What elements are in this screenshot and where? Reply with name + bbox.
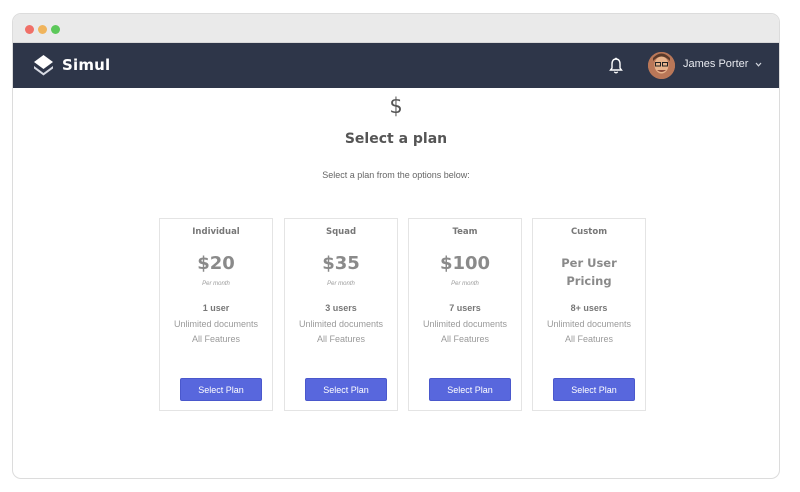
plan-period: Per month xyxy=(327,281,355,287)
user-photo xyxy=(648,52,675,79)
plan-features: All Features xyxy=(191,334,241,344)
plan-name: Individual xyxy=(192,227,240,237)
browser-window: Simul James Porter $ Select a plan Selec… xyxy=(12,13,780,479)
main-content: $ Select a plan Select a plan from the o… xyxy=(13,88,779,478)
dollar-icon: $ xyxy=(389,94,403,118)
maximize-window-button[interactable] xyxy=(51,25,60,34)
plan-name: Custom xyxy=(570,227,608,237)
plan-period: Per month xyxy=(202,281,230,287)
plan-card-individual: Individual $20 Per month 1 user Unlimite… xyxy=(159,218,273,411)
plan-price: $100 xyxy=(439,253,491,274)
plan-documents: Unlimited documents xyxy=(422,319,508,329)
select-plan-button[interactable]: Select Plan xyxy=(305,378,387,401)
plan-card-team: Team $100 Per month 7 users Unlimited do… xyxy=(408,218,522,411)
plan-period: Per month xyxy=(451,281,479,287)
avatar[interactable] xyxy=(648,52,675,79)
brand-logo[interactable]: Simul xyxy=(33,54,110,76)
minimize-window-button[interactable] xyxy=(38,25,47,34)
plan-users: 3 users xyxy=(325,303,357,313)
plan-card-custom: Custom Per User Pricing 8+ users Unlimit… xyxy=(532,218,646,411)
page-subtitle: Select a plan from the options below: xyxy=(322,170,470,180)
page-title: Select a plan xyxy=(344,131,448,147)
bell-icon[interactable] xyxy=(609,57,623,75)
plan-price-line: Pricing xyxy=(566,274,612,288)
select-plan-button[interactable]: Select Plan xyxy=(553,378,635,401)
close-window-button[interactable] xyxy=(25,25,34,34)
plan-price: $35 xyxy=(322,253,360,274)
select-plan-button[interactable]: Select Plan xyxy=(180,378,262,401)
plan-users: 8+ users xyxy=(570,303,608,313)
plan-name: Team xyxy=(452,227,478,237)
plan-documents: Unlimited documents xyxy=(173,319,259,329)
plan-card-squad: Squad $35 Per month 3 users Unlimited do… xyxy=(284,218,398,411)
plan-users: 1 user xyxy=(202,303,230,313)
brand-name: Simul xyxy=(62,56,111,74)
plan-documents: Unlimited documents xyxy=(298,319,384,329)
plan-users: 7 users xyxy=(449,303,481,313)
plan-features: All Features xyxy=(564,334,614,344)
layers-icon xyxy=(34,55,53,76)
select-plan-button[interactable]: Select Plan xyxy=(429,378,511,401)
top-navbar: Simul James Porter xyxy=(13,43,779,88)
chevron-down-icon[interactable] xyxy=(755,61,762,68)
plan-features: All Features xyxy=(316,334,366,344)
plan-documents: Unlimited documents xyxy=(546,319,632,329)
plan-features: All Features xyxy=(440,334,490,344)
plan-price: $20 xyxy=(197,253,235,274)
plan-price-line: Per User xyxy=(561,256,617,270)
window-titlebar xyxy=(13,14,779,43)
plan-name: Squad xyxy=(325,227,357,237)
user-name[interactable]: James Porter xyxy=(683,58,748,70)
plan-price-text: Per User Pricing xyxy=(533,254,645,290)
